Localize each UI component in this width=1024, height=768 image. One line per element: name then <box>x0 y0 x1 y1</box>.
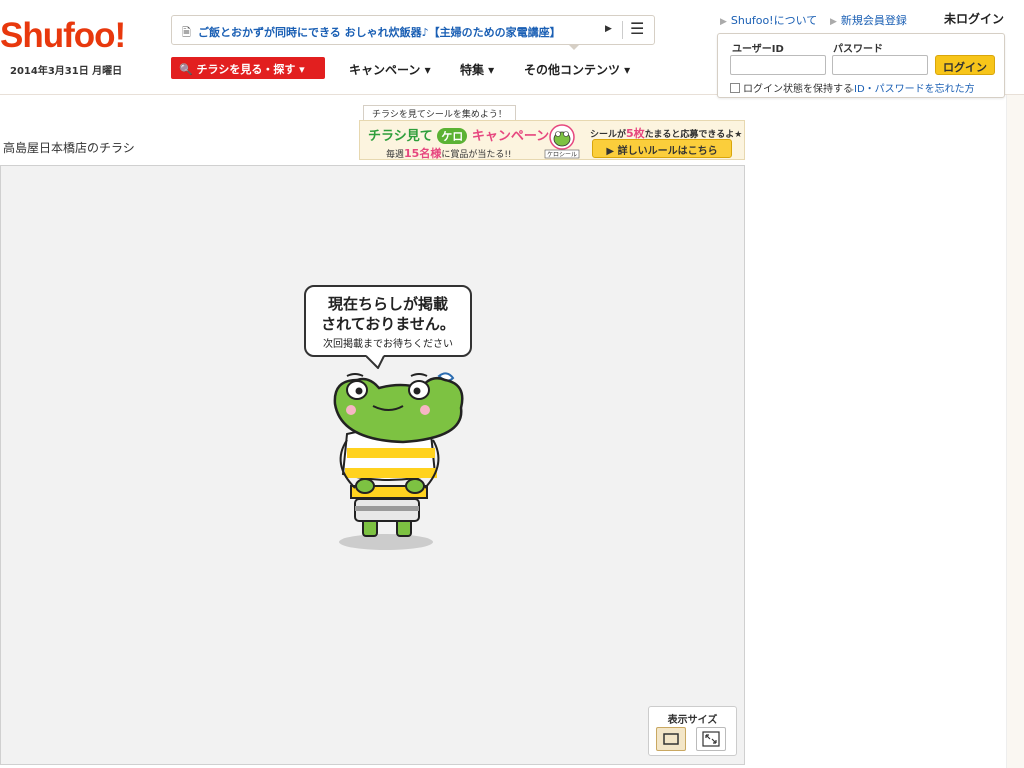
checkbox-icon[interactable] <box>730 83 740 93</box>
keep-login-label: ログイン状態を保持する <box>743 84 853 95</box>
page-scroll-gutter <box>1006 95 1024 768</box>
rules-button[interactable]: ▶ 詳しいルールはこちら <box>592 139 732 158</box>
search-icon: 🔍 <box>179 63 193 76</box>
ticker-pointer <box>568 44 580 50</box>
user-id-label: ユーザーID <box>732 44 784 55</box>
flyer-search-label: チラシを見る・探す ▾ <box>196 63 305 76</box>
forgot-password-link[interactable]: ▸ID・パスワードを忘れた方 <box>850 80 975 95</box>
password-input[interactable] <box>832 55 928 75</box>
nav-other-contents[interactable]: その他コンテンツ ▾ <box>524 61 630 78</box>
kero-badge: ケロ <box>437 128 468 144</box>
display-size-label: 表示サイズ <box>667 715 718 726</box>
current-date: 2014年3月31日 月曜日 <box>10 66 123 77</box>
no-flyer-message-line2: されておりません。 <box>321 315 455 333</box>
register-link[interactable]: ▶ 新規会員登録 <box>830 12 907 28</box>
user-id-input[interactable] <box>730 55 826 75</box>
ticker-text[interactable]: ご飯とおかずが同時にできる おしゃれ炊飯器♪【主婦のための家電講座】 <box>198 24 561 40</box>
play-icon[interactable]: ▶ <box>605 24 612 34</box>
page-title: 高島屋日本橋店のチラシ <box>3 141 135 155</box>
ticker-divider <box>622 21 623 39</box>
campaign-sub-b: に賞品が当たる!! <box>441 150 512 160</box>
about-link[interactable]: ▶ Shufoo!について <box>720 12 817 28</box>
document-icon: 🗎 <box>182 26 191 39</box>
no-flyer-message-line1: 現在ちらしが掲載 <box>327 295 448 313</box>
campaign-body[interactable]: チラシ見て ケロ キャンペーン 毎週15名様に賞品が当たる!! ケロシール シー… <box>359 120 745 160</box>
campaign-title: チラシ見て ケロ キャンペーン <box>368 125 549 144</box>
nav-feature[interactable]: 特集 ▾ <box>460 61 494 78</box>
normal-size-button[interactable] <box>656 727 686 751</box>
kero-seal-icon: ケロシール <box>544 124 580 159</box>
campaign-sub-num: 15名様 <box>404 147 442 160</box>
about-link-label[interactable]: Shufoo!について <box>731 14 817 27</box>
login-button[interactable]: ログイン <box>935 55 995 75</box>
frog-mascot-illustration <box>333 372 464 550</box>
login-panel: ユーザーID パスワード ログイン ログイン状態を保持する ▸ID・パスワードを… <box>717 33 1005 98</box>
campaign-title-b: キャンペーン <box>471 129 550 144</box>
forgot-password-label[interactable]: ID・パスワードを忘れた方 <box>854 84 975 95</box>
normal-size-icon <box>663 733 679 745</box>
display-size-panel: 表示サイズ <box>648 706 737 756</box>
nav-campaign[interactable]: キャンペーン ▾ <box>349 61 431 78</box>
arrow-icon: ▶ <box>720 17 727 27</box>
expand-size-button[interactable] <box>696 727 726 751</box>
campaign-tab: チラシを見てシールを集めよう！ <box>363 105 516 120</box>
flyer-search-button[interactable]: 🔍 チラシを見る・探す ▾ <box>171 57 325 79</box>
register-link-label[interactable]: 新規会員登録 <box>841 14 907 27</box>
campaign-title-a: チラシ見て <box>368 129 433 144</box>
login-status: 未ログイン <box>944 12 1005 26</box>
campaign-subtitle: 毎週15名様に賞品が当たる!! <box>386 145 512 161</box>
arrow-icon: ▶ <box>830 17 837 27</box>
no-flyer-message-line3: 次回掲載までお待ちください <box>323 339 453 350</box>
news-ticker[interactable]: 🗎 ご飯とおかずが同時にできる おしゃれ炊飯器♪【主婦のための家電講座】 ▶ ☰ <box>171 15 655 50</box>
password-label: パスワード <box>833 44 883 55</box>
svg-text:ケロシール: ケロシール <box>547 152 577 159</box>
campaign-banner[interactable]: チラシを見てシールを集めよう！ チラシ見て ケロ キャンペーン 毎週15名様に賞… <box>359 105 745 160</box>
flyer-viewer: 現在ちらしが掲載 されておりません。 次回掲載までお待ちください 表示サイズ <box>0 165 745 765</box>
expand-size-icon <box>702 731 720 747</box>
hamburger-icon[interactable]: ☰ <box>630 19 644 38</box>
keep-login-checkbox[interactable]: ログイン状態を保持する <box>730 80 853 95</box>
shufoo-logo[interactable]: Shufoo! <box>0 16 126 56</box>
speech-bubble: 現在ちらしが掲載 されておりません。 次回掲載までお待ちください <box>304 285 472 357</box>
campaign-sub-a: 毎週 <box>386 150 405 160</box>
